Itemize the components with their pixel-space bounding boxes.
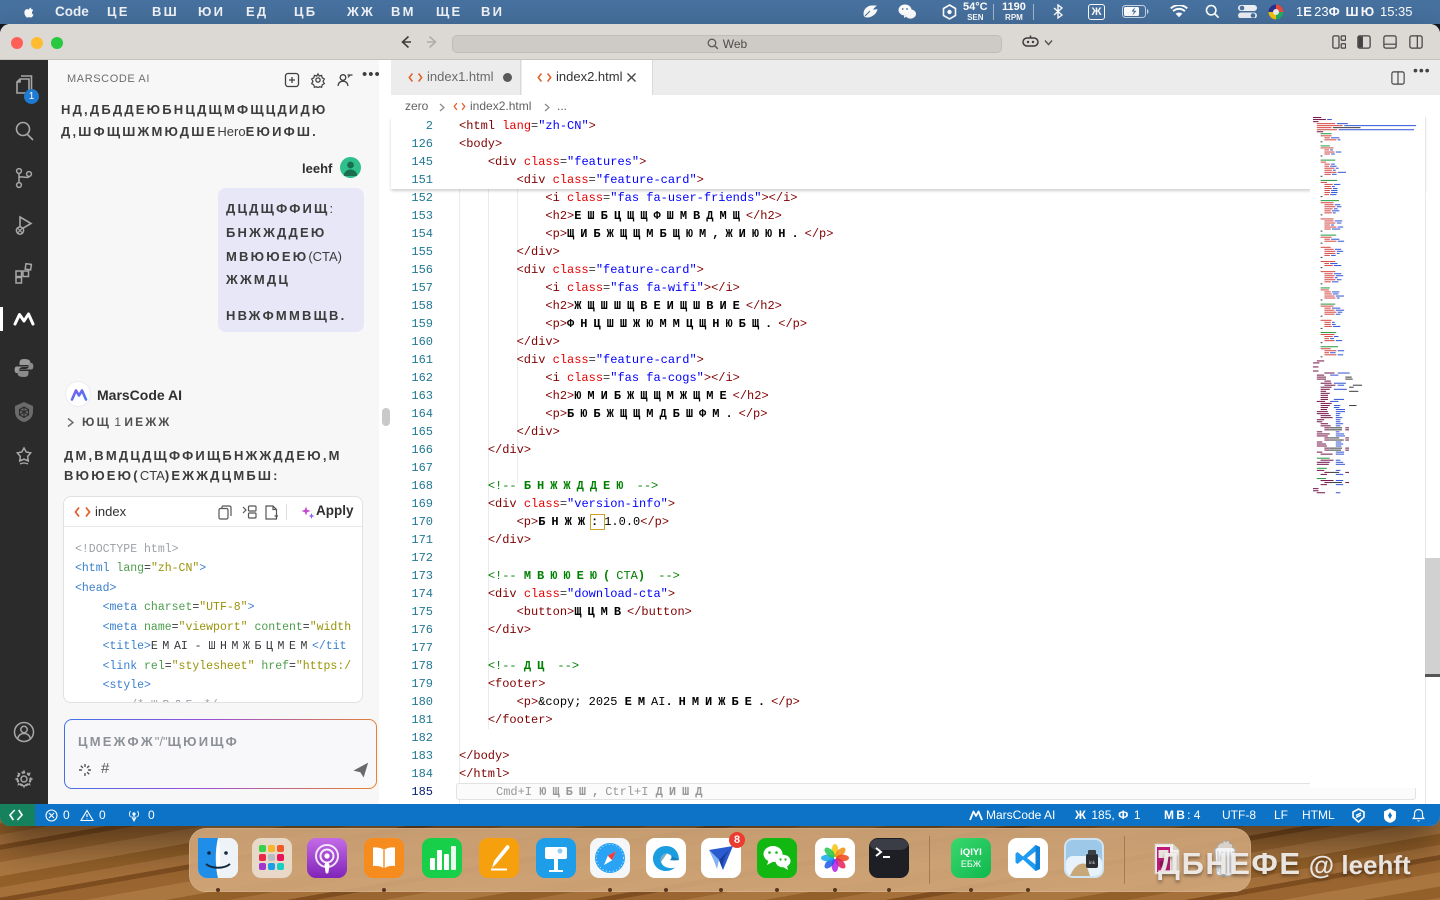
- svg-text:ink: ink: [1089, 861, 1096, 866]
- svg-text:ЕБЖ: ЕБЖ: [961, 859, 982, 869]
- svg-text:iQIYI: iQIYI: [960, 847, 982, 858]
